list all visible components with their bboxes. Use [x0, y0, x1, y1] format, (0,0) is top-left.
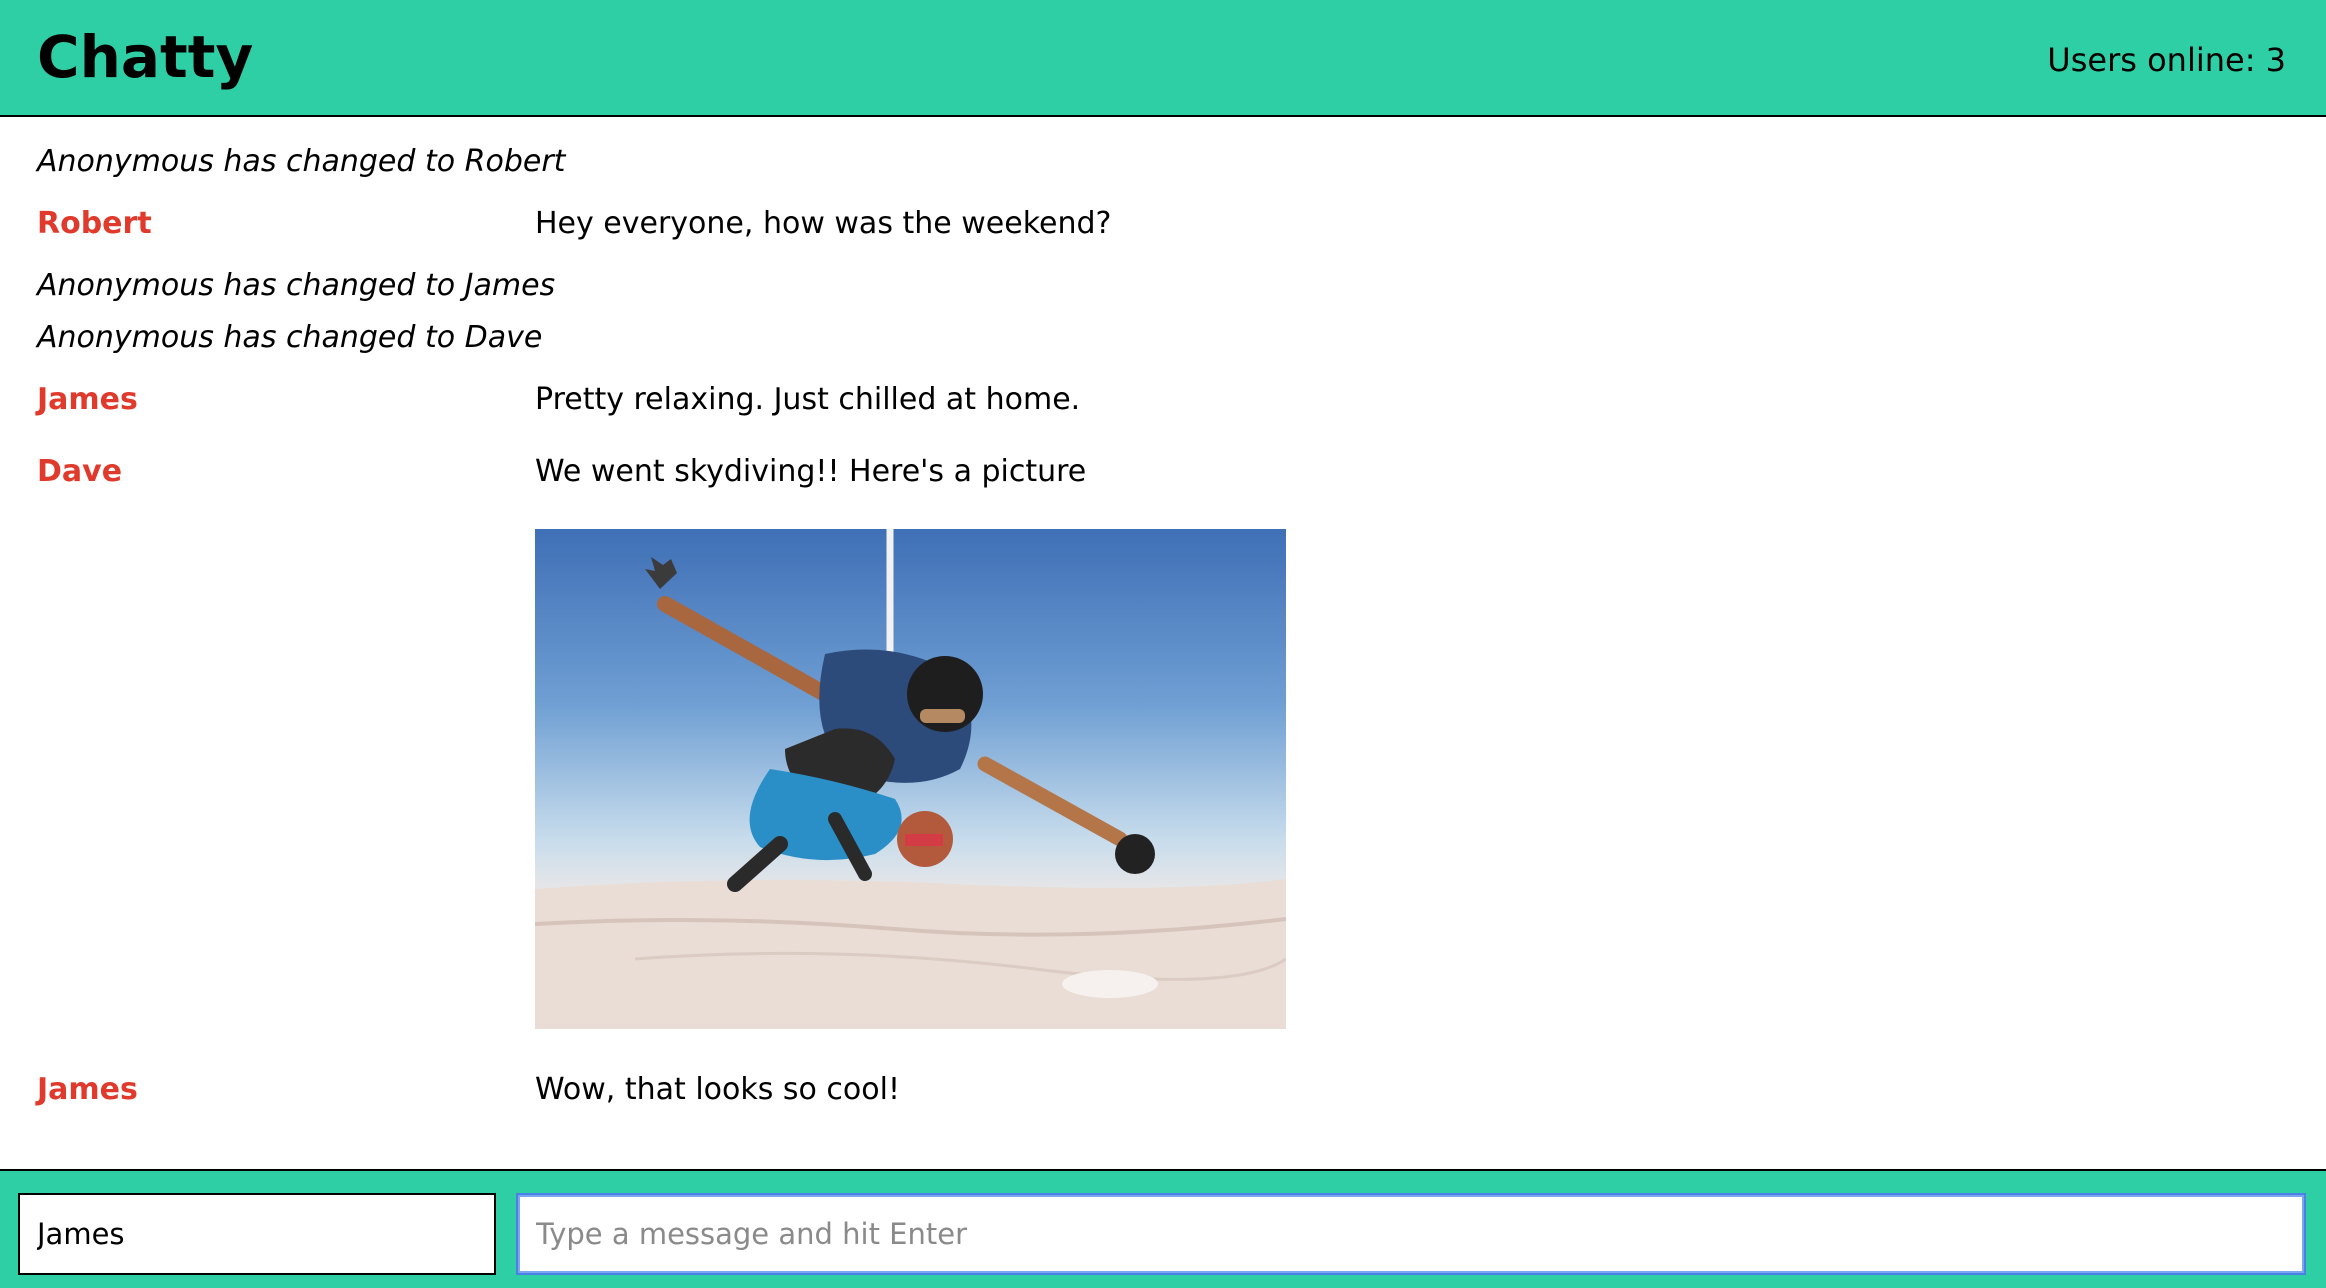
- message-username: James: [37, 1072, 138, 1107]
- message-username: James: [37, 382, 138, 417]
- message-content: Hey everyone, how was the weekend?: [535, 206, 1112, 241]
- message-username: Dave: [37, 454, 123, 489]
- message-content: Wow, that looks so cool!: [535, 1072, 900, 1107]
- navbar: Chatty Users online: 3: [0, 0, 2326, 117]
- username-input[interactable]: [18, 1193, 496, 1275]
- users-online-count: Users online: 3: [2047, 41, 2286, 79]
- message-input[interactable]: [516, 1193, 2306, 1275]
- skydiving-photo: [535, 529, 1286, 1029]
- system-notification: Anonymous has changed to James: [37, 268, 556, 303]
- system-notification: Anonymous has changed to Robert: [37, 144, 566, 179]
- message-username: Robert: [37, 206, 152, 241]
- system-notification: Anonymous has changed to Dave: [37, 320, 543, 355]
- message-content: Pretty relaxing. Just chilled at home.: [535, 382, 1081, 417]
- chat-bar: [0, 1169, 2326, 1288]
- message-content: We went skydiving!! Here's a picture: [535, 454, 1087, 489]
- app-title: Chatty: [37, 23, 254, 91]
